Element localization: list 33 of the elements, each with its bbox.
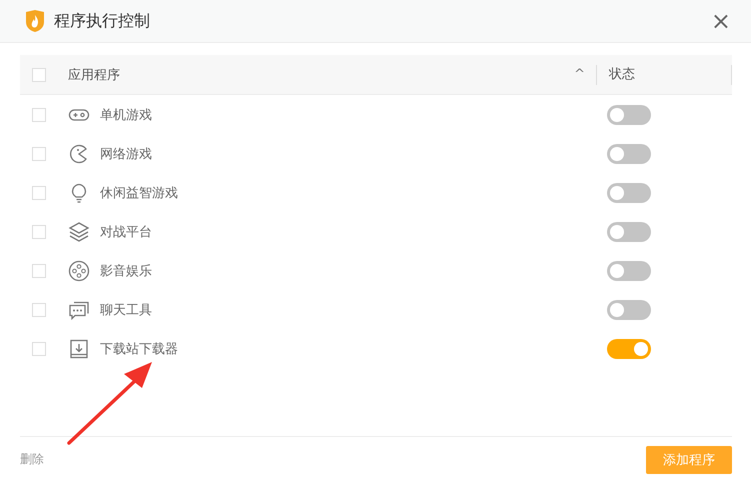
select-all-checkbox[interactable] <box>32 68 46 82</box>
column-header[interactable]: 应用程序 <box>68 66 120 84</box>
row-checkbox[interactable] <box>32 108 46 122</box>
toggle-switch[interactable] <box>607 104 651 124</box>
download-icon <box>68 338 90 360</box>
row-checkbox[interactable] <box>32 342 46 356</box>
app-name: 聊天工具 <box>100 302 152 318</box>
toggle-switch[interactable] <box>607 260 651 280</box>
row-checkbox[interactable] <box>32 146 46 160</box>
app-name: 休闲益智游戏 <box>100 184 178 202</box>
layers-icon <box>68 220 90 242</box>
row-checkbox[interactable] <box>32 224 46 238</box>
sort-caret[interactable]: ^ <box>574 64 597 84</box>
window-title: 程序执行控制 <box>54 10 150 32</box>
delete-link[interactable]: 删除 <box>20 451 44 468</box>
toggle-switch[interactable] <box>607 338 651 358</box>
shield-flame-icon <box>24 9 46 33</box>
row-checkbox[interactable] <box>32 264 46 278</box>
app-name: 对战平台 <box>100 224 152 240</box>
column-header[interactable]: 状态 <box>597 64 732 84</box>
toggle-switch[interactable] <box>607 222 651 242</box>
row-checkbox[interactable] <box>32 302 46 316</box>
film-reel-icon <box>68 260 90 282</box>
app-name: 影音娱乐 <box>100 262 152 280</box>
toggle-switch[interactable] <box>607 300 651 320</box>
row-checkbox[interactable] <box>32 186 46 200</box>
app-name: 单机游戏 <box>100 106 152 124</box>
pacman-icon <box>68 142 90 164</box>
app-name: 下载站下载器 <box>100 340 178 358</box>
close-button[interactable]: × <box>708 9 733 33</box>
toggle-switch[interactable] <box>607 144 651 164</box>
toggle-switch[interactable] <box>607 182 651 202</box>
app-name: 网络游戏 <box>100 146 152 162</box>
